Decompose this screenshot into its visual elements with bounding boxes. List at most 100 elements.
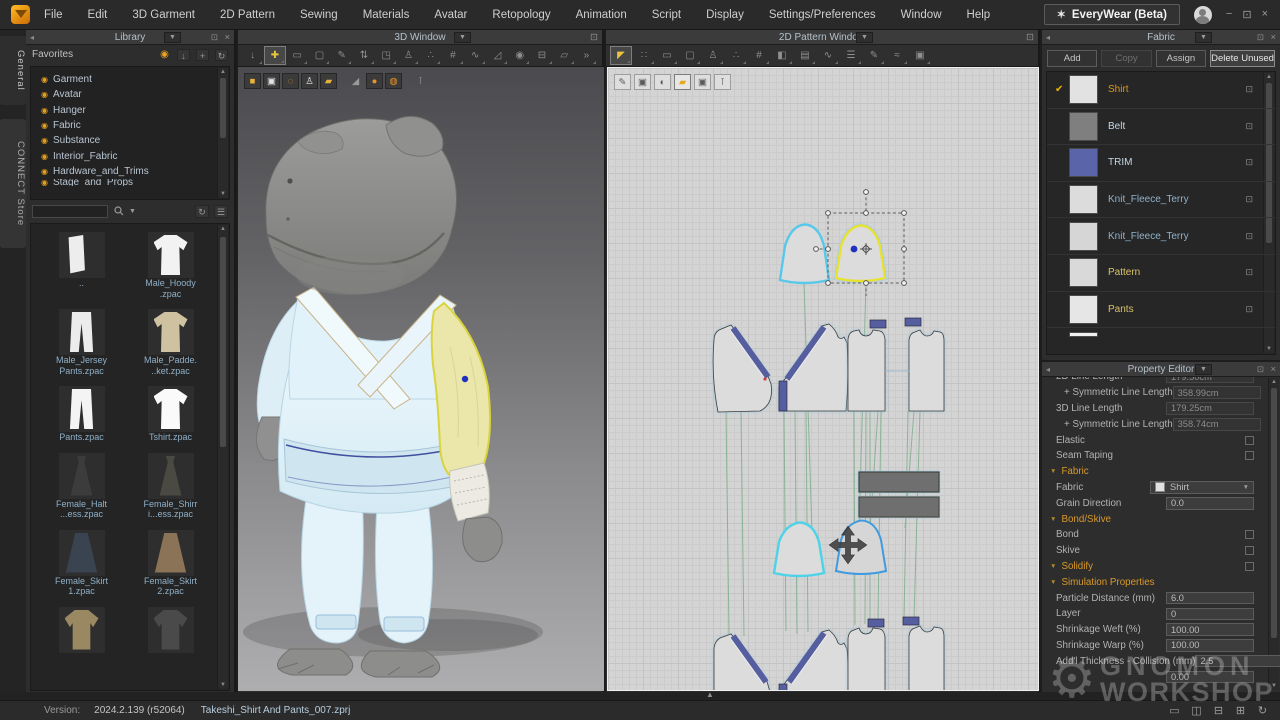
property-field[interactable]: 0.0 ▼	[1166, 497, 1254, 510]
property-row[interactable]: ▼ 3D Line Length 179.25cm ▼	[1042, 401, 1280, 417]
refresh-library-icon[interactable]: ↻	[195, 205, 209, 218]
property-checkbox[interactable]	[1245, 451, 1254, 460]
float-panel-icon[interactable]: ⊡	[211, 32, 218, 43]
library-item[interactable]: ..	[37, 232, 126, 299]
edit-pattern-tool-icon[interactable]: ∷	[633, 46, 655, 65]
property-row[interactable]: ▼ Solidify ▼	[1042, 559, 1280, 575]
select-move-tool-icon[interactable]: ✚	[264, 46, 285, 65]
close-button[interactable]: ×	[1262, 8, 1268, 21]
texture-toggle-icon[interactable]: ◐	[654, 74, 671, 90]
close-icon[interactable]: ×	[1270, 364, 1276, 375]
pattern-fill-toggle-icon[interactable]: ▰	[674, 74, 691, 90]
steam-tool-icon[interactable]: ◉	[509, 46, 530, 65]
property-row[interactable]: ▼ Particle Distance (mm) 6.0 ▼	[1042, 590, 1280, 606]
property-row[interactable]: ▼ Seam Taping ▼	[1042, 448, 1280, 464]
transform-pattern-tool-icon[interactable]: ◤	[610, 46, 632, 65]
property-field[interactable]: 0 ▼	[1166, 608, 1254, 621]
arrange-tool-icon[interactable]: ⇅	[353, 46, 374, 65]
fabric-detail-icon[interactable]: ⊡	[1245, 194, 1253, 205]
favorite-item[interactable]: ◉ Stage_and_Props	[35, 179, 229, 186]
chevron-down-icon[interactable]: ▼	[856, 32, 873, 43]
favorite-star-icon[interactable]: ◉	[158, 49, 171, 61]
menu-item[interactable]: Animation	[576, 9, 627, 21]
menu-item[interactable]: File	[44, 9, 63, 21]
layout-reset-button[interactable]: ↻	[1255, 704, 1270, 717]
fabric-row[interactable]: ✔ ⊡	[1047, 328, 1275, 337]
property-field[interactable]: Shirt ▼	[1150, 481, 1254, 494]
library-item[interactable]: Female_Halt ...ess.zpac	[37, 453, 126, 520]
menu-item[interactable]: Display	[706, 9, 744, 21]
favorite-item[interactable]: ◉ Hanger	[35, 103, 229, 118]
menu-item[interactable]: Avatar	[434, 9, 467, 21]
library-item[interactable]	[126, 607, 215, 653]
fabric-swatch[interactable]	[1069, 332, 1098, 337]
fabric-detail-icon[interactable]: ⊡	[1245, 267, 1253, 278]
property-field[interactable]: 6.0 ▼	[1166, 592, 1254, 605]
chevron-down-icon[interactable]: ▼	[1195, 32, 1212, 43]
lock-pattern-toggle-icon[interactable]: ▣	[694, 74, 711, 90]
simulate-tool-icon[interactable]: ↓	[242, 46, 263, 65]
fabric-swatch[interactable]	[1069, 222, 1098, 251]
fabric-row[interactable]: ✔ Knit_Fleece_Terry ⊡	[1047, 182, 1275, 219]
property-row[interactable]: ▼ Elastic ▼	[1042, 432, 1280, 448]
favorite-item[interactable]: ◉ Interior_Fabric	[35, 148, 229, 163]
add-fabric-button[interactable]: Add	[1047, 50, 1097, 67]
show-garment-fit-toggle-icon[interactable]: ▣	[263, 73, 280, 89]
round-rect-pattern-tool-icon[interactable]: ▢	[679, 46, 701, 65]
sleeve-pattern-cyan-2[interactable]	[774, 523, 824, 577]
avatar-tool-icon[interactable]: ♙	[398, 46, 419, 65]
favorite-item[interactable]: ◉ Fabric	[35, 118, 229, 133]
menu-item[interactable]: 2D Pattern	[220, 9, 275, 21]
library-item[interactable]: Female_Skirt 2.zpac	[126, 530, 215, 597]
refresh-icon[interactable]: ↻	[215, 49, 228, 61]
pin-icon[interactable]: ◂	[1046, 365, 1050, 374]
library-item[interactable]: Male_Padde. ..ket.zpac	[126, 309, 215, 376]
property-checkbox[interactable]	[1245, 546, 1254, 555]
list-view-icon[interactable]: ☰	[214, 205, 228, 218]
fabric-swatch[interactable]	[1069, 75, 1098, 104]
property-field[interactable]: 2.5 ▼	[1195, 655, 1280, 668]
user-avatar[interactable]	[1194, 6, 1212, 24]
fabric-swatch[interactable]	[1069, 148, 1098, 177]
property-row[interactable]: ▼ 0.00 ▼	[1042, 669, 1280, 685]
show-pattern-toggle-icon[interactable]: ▰	[320, 73, 337, 89]
assign-fabric-button[interactable]: Assign	[1156, 50, 1206, 67]
tab-general[interactable]: General	[0, 36, 26, 105]
float-panel-icon[interactable]: ⊡	[590, 32, 598, 43]
close-icon[interactable]: ×	[224, 32, 230, 43]
menu-item[interactable]: Help	[967, 9, 991, 21]
property-row[interactable]: ▼ Fabric Shirt ▼	[1042, 480, 1280, 496]
menu-item[interactable]: Retopology	[492, 9, 550, 21]
2d-pattern-canvas[interactable]: ✎▣◐▰▣⊺	[607, 67, 1039, 691]
fabric-row[interactable]: ✔ Belt ⊡	[1047, 109, 1275, 146]
shirt-overlay-toggle-icon[interactable]: ▣	[634, 74, 651, 90]
sleeve-pattern-cyan[interactable]	[780, 225, 829, 284]
library-item[interactable]: Male_Hoody .zpac	[126, 232, 215, 299]
property-row[interactable]: ▼ Simulation Properties ▼	[1042, 574, 1280, 590]
fabric-detail-icon[interactable]: ⊡	[1245, 84, 1253, 95]
fabric-detail-icon[interactable]: ⊡	[1245, 157, 1253, 168]
add-favorite-icon[interactable]: +	[196, 49, 209, 61]
library-scrollbar[interactable]: ▲▼	[217, 225, 228, 689]
avatar-2d-tool-icon[interactable]: ♙	[702, 46, 724, 65]
property-checkbox[interactable]	[1245, 436, 1254, 445]
rect-pattern-tool-icon[interactable]: ▭	[656, 46, 678, 65]
property-row[interactable]: ▼ Add'l Thickness - Collision (mm) 2.5 ▼	[1042, 653, 1280, 669]
zigzag-tool-icon[interactable]: ≈	[886, 46, 908, 65]
download-icon[interactable]: ↓	[177, 49, 190, 61]
fold-arrangement-tool-icon[interactable]: ▤	[794, 46, 816, 65]
tape-grid-tool-icon[interactable]: #	[442, 46, 463, 65]
library-item[interactable]: Male_Jersey Pants.zpac	[37, 309, 126, 376]
restore-button[interactable]: ⊡	[1242, 8, 1251, 21]
sleeve-pattern-selected[interactable]	[836, 226, 885, 282]
chevron-down-icon[interactable]: ▼	[164, 32, 181, 43]
library-item[interactable]	[37, 607, 126, 653]
property-row[interactable]: ▼ Layer 0 ▼	[1042, 606, 1280, 622]
search-filter-caret-icon[interactable]: ▼	[129, 208, 136, 215]
property-row[interactable]: ▼ + Symmetric Line Length 358.74cm ▼	[1042, 416, 1280, 432]
property-row[interactable]: ▼ Grain Direction 0.0 ▼	[1042, 495, 1280, 511]
layout-mixed-button[interactable]: ⊟	[1211, 704, 1226, 717]
menu-item[interactable]: Materials	[363, 9, 410, 21]
fabric-row[interactable]: ✔ TRIM ⊡	[1047, 145, 1275, 182]
show-avatar-toggle-icon[interactable]: ♙	[301, 73, 318, 89]
